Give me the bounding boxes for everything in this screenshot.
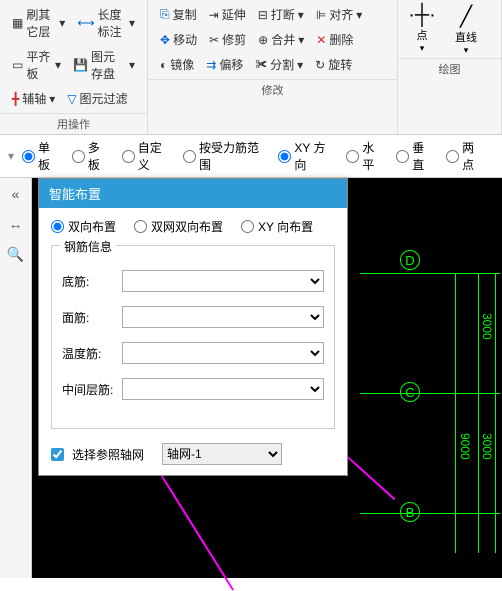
temp-rebar-label: 温度筋:: [62, 345, 122, 362]
bar-dropdown-icon[interactable]: ▾: [8, 149, 14, 163]
opt-xy-layout[interactable]: XY 向布置: [241, 218, 313, 235]
merge-icon: ⊕: [258, 33, 268, 47]
ribbon: ▦刷其它层 ▾ ⟷长度标注 ▾ ▭平齐板 ▾ 💾图元存盘 ▾ ╋辅轴 ▾ ▽图元…: [0, 0, 502, 135]
radio-by-force[interactable]: 按受力筋范围: [183, 139, 266, 173]
axis-tool-button[interactable]: ╋辅轴 ▾: [6, 88, 61, 109]
tool-search[interactable]: 🔍: [4, 242, 28, 266]
temp-rebar-select[interactable]: [122, 342, 324, 364]
delete-icon: ✕: [316, 33, 326, 47]
mode-radio-bar: ▾ 单板 多板 自定义 按受力筋范围 XY 方向 水平 垂直 两点: [0, 135, 502, 178]
fieldset-legend: 钢筋信息: [60, 238, 116, 255]
axis-label-c: C: [400, 382, 420, 402]
radio-single[interactable]: 单板: [22, 139, 60, 173]
radio-xy[interactable]: XY 方向: [278, 139, 334, 173]
yuan-filter-button[interactable]: ▽图元过滤: [61, 88, 133, 109]
split-icon: ✀: [255, 57, 267, 72]
axis-label-d: D: [400, 250, 420, 270]
smart-layout-dialog: 智能布置 双向布置 双网双向布置 XY 向布置 钢筋信息 底筋: 面筋: 温度筋…: [38, 178, 348, 476]
radio-vert[interactable]: 垂直: [396, 139, 434, 173]
layers-icon: ▦: [12, 16, 23, 30]
offset-button[interactable]: ⇉偏移: [200, 54, 249, 75]
extend-icon: ⇥: [209, 8, 219, 22]
split-button[interactable]: ✀分割 ▾: [249, 54, 309, 75]
group-modify-label: 修改: [148, 79, 397, 100]
line-icon: ╱: [452, 4, 480, 29]
point-icon: ·┼·: [408, 4, 436, 27]
dim-3000-1: 3000: [480, 313, 494, 340]
tool-collapse[interactable]: «: [4, 182, 28, 206]
dim-9000: 9000: [458, 433, 472, 460]
bottom-rebar-select[interactable]: [122, 270, 324, 292]
axis-icon: ╋: [12, 92, 19, 106]
radio-custom[interactable]: 自定义: [122, 139, 171, 173]
top-rebar-label: 面筋:: [62, 309, 122, 326]
offset-icon: ⇉: [206, 58, 216, 72]
move-icon: ✥: [160, 33, 170, 47]
top-rebar-select[interactable]: [122, 306, 324, 328]
save-icon: 💾: [73, 58, 88, 72]
break-icon: ⊟: [258, 8, 268, 22]
middle-rebar-select[interactable]: [122, 378, 324, 400]
delete-button[interactable]: ✕删除: [310, 29, 359, 50]
mirror-button[interactable]: ◐镜像: [154, 54, 200, 75]
align-icon: ⊫: [316, 8, 326, 22]
merge-button[interactable]: ⊕合并 ▾: [252, 29, 310, 50]
break-button[interactable]: ⊟打断 ▾: [252, 4, 310, 25]
group-draw-label: 绘图: [398, 58, 501, 79]
copy-icon: ⎘: [160, 7, 170, 22]
dim-icon: ⟷: [77, 16, 94, 30]
mirror-icon: ◐: [160, 58, 167, 72]
radio-multi[interactable]: 多板: [72, 139, 110, 173]
axis-label-b: B: [400, 502, 420, 522]
radio-horiz[interactable]: 水平: [346, 139, 384, 173]
group-operation-label: 用操作: [0, 113, 147, 134]
panel-icon: ▭: [12, 58, 23, 72]
workspace: « ↔ 🔍 D C B 3000 3000 9000 智能布置 双向布置 双网双…: [0, 178, 502, 578]
ref-axis-label: 选择参照轴网: [72, 446, 144, 463]
axis-select[interactable]: 轴网-1: [162, 443, 282, 465]
point-button[interactable]: ·┼· 点 ▾: [400, 2, 444, 56]
align-button[interactable]: ⊫对齐 ▾: [310, 4, 369, 25]
ref-axis-checkbox[interactable]: [51, 448, 64, 461]
flat-panel-button[interactable]: ▭平齐板 ▾: [6, 46, 67, 84]
radio-two-pt[interactable]: 两点: [446, 139, 484, 173]
bottom-rebar-label: 底筋:: [62, 273, 122, 290]
rotate-button[interactable]: ↻旋转: [309, 54, 358, 75]
tool-nav[interactable]: ↔: [4, 212, 28, 236]
other-layers-button[interactable]: ▦刷其它层 ▾: [6, 4, 71, 42]
extend-button[interactable]: ⇥延伸: [203, 4, 252, 25]
line-button[interactable]: ╱ 直线 ▾: [444, 2, 488, 56]
left-toolbar: « ↔ 🔍: [0, 178, 32, 578]
filter-icon: ▽: [67, 92, 76, 106]
middle-rebar-label: 中间层筋:: [62, 381, 122, 398]
trim-button[interactable]: ✂修剪: [203, 29, 252, 50]
trim-icon: ✂: [209, 33, 219, 47]
layout-mode-group: 双向布置 双网双向布置 XY 向布置: [51, 218, 335, 235]
move-button[interactable]: ✥移动: [154, 29, 203, 50]
rotate-icon: ↻: [315, 58, 325, 72]
opt-bidirectional[interactable]: 双向布置: [51, 218, 116, 235]
yuan-store-button[interactable]: 💾图元存盘 ▾: [67, 46, 141, 84]
length-dim-button[interactable]: ⟷长度标注 ▾: [71, 4, 141, 42]
dialog-title: 智能布置: [39, 179, 347, 208]
copy-button[interactable]: ⎘复制: [154, 4, 203, 25]
opt-dual-net[interactable]: 双网双向布置: [134, 218, 223, 235]
dim-3000-2: 3000: [480, 433, 494, 460]
rebar-info-fieldset: 钢筋信息 底筋: 面筋: 温度筋: 中间层筋:: [51, 245, 335, 429]
